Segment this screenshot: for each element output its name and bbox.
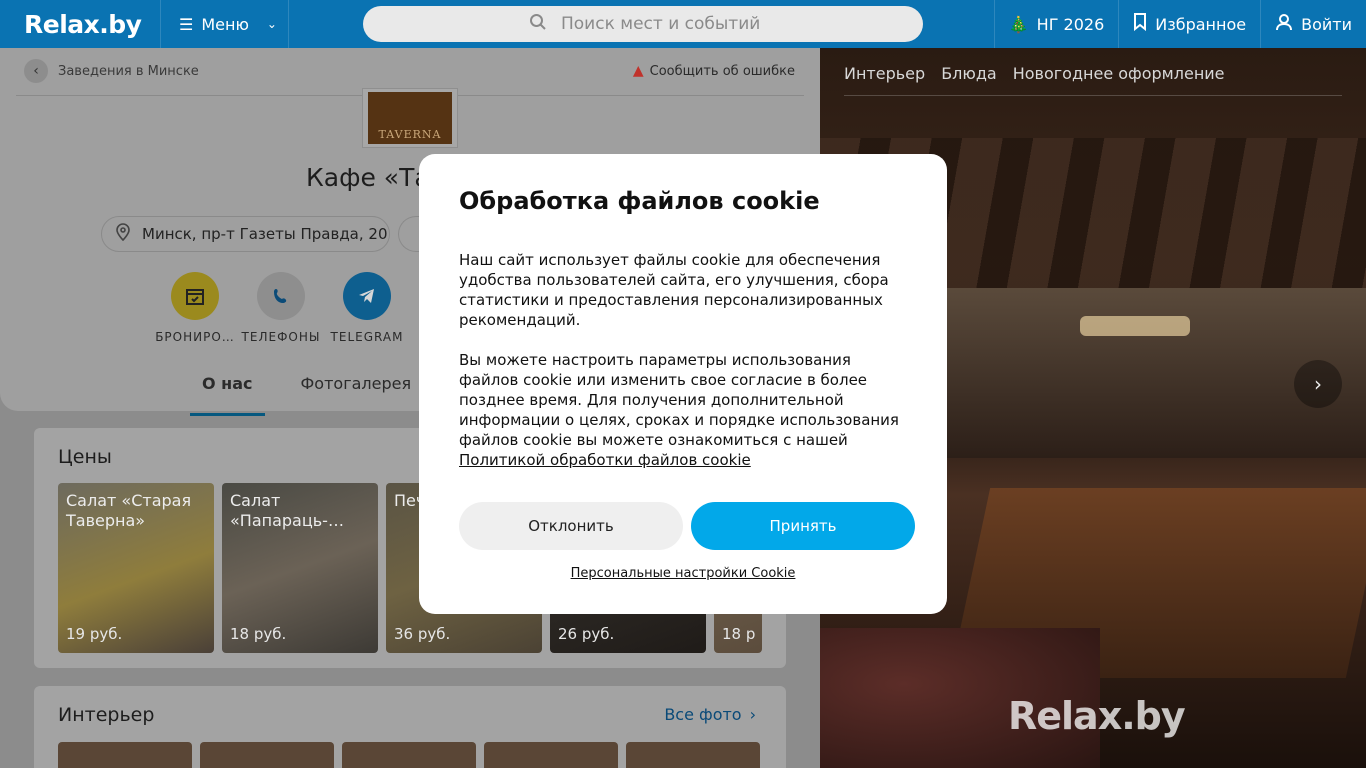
cookie-policy-link[interactable]: Политикой обработки файлов cookie	[459, 451, 751, 469]
accept-button[interactable]: Принять	[691, 502, 915, 550]
cookie-dialog-title: Обработка файлов cookie	[459, 187, 820, 215]
cookie-text-2: Вы можете настроить параметры использова…	[459, 350, 909, 470]
cookie-dialog: Обработка файлов cookie Наш сайт использ…	[419, 154, 947, 614]
cookie-text-2-body: Вы можете настроить параметры использова…	[459, 351, 899, 449]
cookie-settings-link[interactable]: Персональные настройки Cookie	[419, 566, 947, 581]
cookie-text-1: Наш сайт использует файлы cookie для обе…	[459, 251, 889, 329]
decline-button[interactable]: Отклонить	[459, 502, 683, 550]
